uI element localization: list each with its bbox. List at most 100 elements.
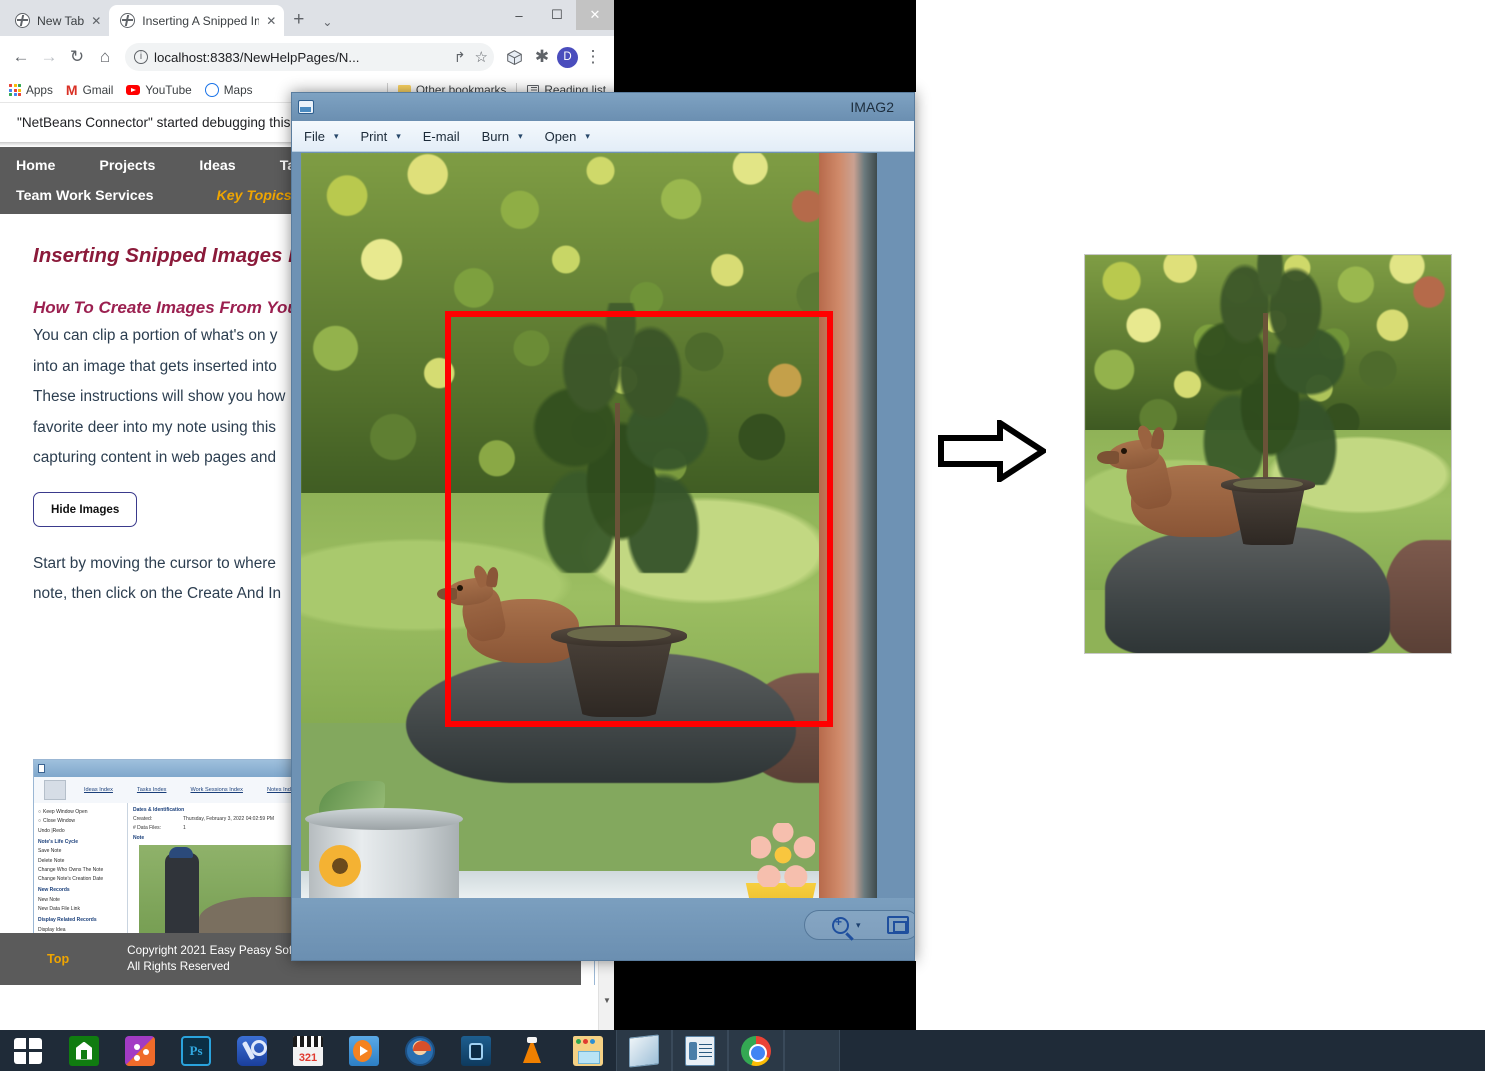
taskbar-chrome[interactable]: [728, 1030, 784, 1071]
photoshop-icon: Ps: [181, 1035, 211, 1066]
thumb-item: Change Who Owns The Note: [38, 866, 104, 873]
menu-open[interactable]: Open ▾: [545, 129, 590, 144]
cropped-result-image: [1084, 254, 1452, 654]
profile-avatar[interactable]: D: [557, 46, 578, 68]
taskbar-media-codec[interactable]: [280, 1030, 336, 1071]
thumb-link: Work Sessions Index: [190, 787, 243, 793]
thumb-item: Save Note: [38, 848, 62, 855]
taskbar-media-player[interactable]: [336, 1030, 392, 1071]
taskbar-avatar-app[interactable]: [392, 1030, 448, 1071]
share-icon[interactable]: ↱: [454, 49, 466, 66]
person-figure: [165, 853, 199, 937]
thumb-window-icon: [38, 764, 45, 773]
bookmark-apps[interactable]: Apps: [9, 83, 53, 97]
picture-icon: [298, 100, 314, 114]
tab-close-icon[interactable]: ✕: [91, 14, 101, 28]
pot-soil: [1233, 479, 1303, 489]
viewer-toolbar-pill: ▾: [804, 910, 914, 940]
minimize-button[interactable]: –: [500, 0, 538, 30]
home-icon[interactable]: ⌂: [92, 44, 118, 70]
chevron-down-icon[interactable]: ▾: [856, 920, 861, 931]
thumb-item: New Data File Link: [38, 906, 80, 913]
menu-label: Open: [544, 128, 577, 144]
nav-item-home[interactable]: Home: [16, 158, 55, 174]
globe-icon: [15, 13, 30, 28]
new-tab-button[interactable]: +: [284, 9, 313, 36]
forward-icon[interactable]: →: [36, 44, 62, 70]
thumb-section-heading: Note's Life Cycle: [38, 838, 79, 845]
document-icon: [44, 780, 66, 800]
bookmark-star-icon[interactable]: ☆: [475, 48, 488, 66]
thumb-option: Close Window: [38, 818, 123, 824]
thumb-detail-value: Thursday, February 3, 2022 04:02:59 PM: [183, 816, 275, 822]
gmail-icon: M: [65, 82, 78, 98]
youtube-icon: [126, 85, 141, 95]
menu-email[interactable]: E-mail: [423, 129, 460, 144]
taskbar-tag-app[interactable]: [112, 1030, 168, 1071]
window-controls: – ☐ ✕: [500, 0, 614, 30]
rock-slab: [1105, 527, 1390, 653]
fit-to-window-icon[interactable]: [886, 916, 909, 934]
bookmark-label: Gmail: [82, 83, 114, 97]
taskbar-tool-app[interactable]: [224, 1030, 280, 1071]
cube-extension-icon[interactable]: [501, 44, 527, 70]
chrome-menu-icon[interactable]: ⋮: [580, 44, 606, 70]
magnifier-plus-icon[interactable]: [832, 915, 849, 934]
apps-grid-icon: [9, 84, 21, 96]
tab-close-icon[interactable]: ✕: [266, 14, 276, 28]
menu-print[interactable]: Print ▾: [360, 129, 400, 144]
scroll-down-arrow-icon[interactable]: ▼: [599, 992, 614, 1008]
menu-file[interactable]: File ▾: [304, 129, 338, 144]
menu-label: Burn: [481, 128, 510, 144]
hat-shape: [169, 847, 193, 858]
chevron-down-icon: ▾: [518, 130, 523, 141]
viewer-image-canvas[interactable]: [301, 153, 877, 960]
taskbar-vlc[interactable]: [504, 1030, 560, 1071]
thumb-section-heading: Display Related Records: [38, 917, 97, 924]
close-button[interactable]: ✕: [576, 0, 614, 30]
taskbar-microsoft-store[interactable]: [56, 1030, 112, 1071]
menu-burn[interactable]: Burn ▾: [482, 129, 523, 144]
sunflower-decal: [319, 845, 361, 887]
folder-icon: [573, 1035, 603, 1066]
taskbar-cube-app[interactable]: [784, 1030, 840, 1071]
screen: New Tab ✕ Inserting A Snipped Im ✕ + ⌄ –…: [0, 0, 1485, 1071]
tab-new-tab[interactable]: New Tab ✕: [4, 5, 110, 36]
bookmark-label: Maps: [223, 83, 253, 97]
address-bar[interactable]: i localhost:8383/NewHelpPages/N... ↱ ☆: [125, 43, 494, 71]
taskbar-notepad[interactable]: [616, 1030, 672, 1071]
snip-selection-rectangle[interactable]: [445, 311, 833, 727]
desktop-background-top: [614, 0, 916, 92]
taskbar-photoshop[interactable]: Ps: [168, 1030, 224, 1071]
nav-item-projects[interactable]: Projects: [99, 158, 155, 174]
hide-images-button[interactable]: Hide Images: [33, 491, 138, 527]
tab-strip: New Tab ✕ Inserting A Snipped Im ✕ + ⌄ –…: [0, 0, 614, 36]
start-button[interactable]: [0, 1030, 56, 1071]
notepad-icon: [629, 1033, 659, 1068]
taskbar-file-explorer[interactable]: [560, 1030, 616, 1071]
back-icon[interactable]: ←: [8, 44, 34, 70]
extensions-icon[interactable]: ✱: [529, 44, 555, 70]
footer-top-link[interactable]: Top: [47, 952, 69, 966]
nav-item-team-work-services[interactable]: Team Work Services: [16, 188, 153, 204]
taskbar-reader-app[interactable]: [448, 1030, 504, 1071]
url-text: localhost:8383/NewHelpPages/N...: [154, 49, 360, 65]
nav-item-ideas[interactable]: Ideas: [199, 158, 235, 174]
taskbar-document-app[interactable]: [672, 1030, 728, 1071]
deer-eye: [1121, 448, 1127, 454]
bookmark-label: Apps: [26, 83, 53, 97]
reload-icon[interactable]: ↻: [64, 44, 90, 70]
thumb-detail-value: 1: [183, 825, 186, 831]
rights-line: All Rights Reserved: [127, 960, 230, 973]
bookmark-youtube[interactable]: YouTube: [126, 83, 192, 97]
bookmark-maps[interactable]: Maps: [204, 83, 253, 97]
windows-photo-viewer-window: IMAG2 File ▾ Print ▾ E-mail Burn ▾ Open …: [291, 92, 915, 961]
chevron-down-icon[interactable]: ⌄: [313, 15, 341, 36]
maximize-button[interactable]: ☐: [538, 0, 576, 30]
desktop-background-bottom: [600, 961, 916, 1030]
site-info-icon[interactable]: i: [134, 50, 148, 64]
bookmark-gmail[interactable]: M Gmail: [66, 82, 113, 98]
globe-icon: [120, 13, 136, 28]
chevron-down-icon: ▾: [585, 130, 590, 141]
tab-inserting-a-snipped-image[interactable]: Inserting A Snipped Im ✕: [109, 5, 285, 36]
